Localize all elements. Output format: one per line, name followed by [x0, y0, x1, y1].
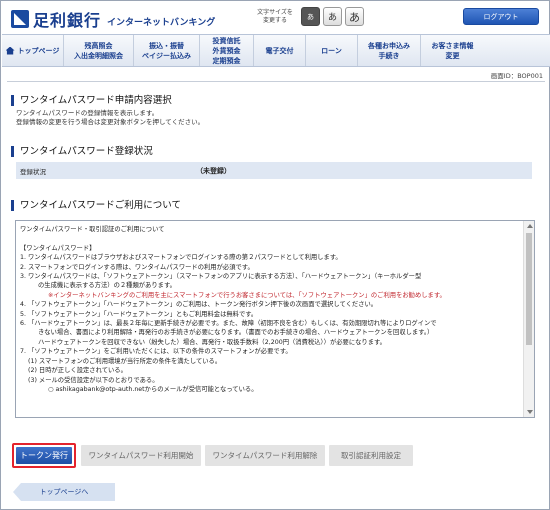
- terms-line: 4. 「ソフトウェアトークン」「ハードウェアトークン」のご利用は、トークン発行ボ…: [20, 301, 378, 309]
- terms-textbox[interactable]: ワンタイムパスワード・取引認証のご利用について 【ワンタイムパスワード】 1. ワ…: [15, 220, 535, 418]
- terms-section-title: ワンタイムパスワードご利用について: [11, 200, 181, 211]
- issue-token-button[interactable]: トークン発行: [12, 443, 76, 468]
- scroll-down-icon[interactable]: [527, 410, 533, 414]
- terms-line: ※インターネットバンキングのご利用を主にスマートフォンで行うお客さまについては、…: [48, 291, 446, 299]
- back-to-top-button[interactable]: トップページへ: [13, 483, 115, 501]
- terms-line: ○ ashikagabank@otp-auth.netからのメールが受信可能とな…: [48, 385, 258, 393]
- nav-item-label: トップページ: [17, 46, 60, 55]
- terms-line: ワンタイムパスワード・取引認証のご利用について: [20, 226, 165, 233]
- status-value: （未登録）: [196, 166, 231, 175]
- header: 足利銀行 インターネットバンキング 文字サイズを 変更する あ あ あ ログアウ…: [1, 1, 549, 33]
- terms-line: きない場合、書面により利用解除・再発行のお手続きが必要になります。（書面でのお手…: [38, 329, 434, 337]
- nav-item-customer-info[interactable]: お客さま情報 変更: [421, 35, 484, 66]
- nav-item-loan[interactable]: ローン: [306, 35, 358, 66]
- terms-line: 7. 「ソフトウェアトークン」をご利用いただくには、以下の条件のスマートフォンが…: [20, 348, 292, 356]
- global-nav: トップページ 残高照会 入出金明細照会 振込・振替 ペイジー払込み 投資信託 外…: [2, 34, 550, 67]
- status-label: 登録状況: [20, 167, 46, 176]
- scroll-thumb[interactable]: [526, 233, 532, 345]
- scroll-up-icon[interactable]: [527, 224, 533, 228]
- nav-item-e-delivery[interactable]: 電子交付: [254, 35, 306, 66]
- terms-line: 2. スマートフォンでログインする際は、ワンタイムパスワードの利用が必須です。: [20, 263, 254, 271]
- terms-line: 5. 「ソフトウェアトークン」「ハードウェアトークン」ともご利用料金は無料です。: [20, 310, 258, 318]
- terms-scrollbar[interactable]: [523, 221, 534, 417]
- registration-status-row: 登録状況 （未登録）: [16, 162, 532, 179]
- service-name: インターネットバンキング: [107, 18, 216, 28]
- nav-item-applications[interactable]: 各種お申込み 手続き: [358, 35, 421, 66]
- terms-line: (2) 日時が正しく設定されている。: [28, 367, 127, 375]
- page-title: ワンタイムパスワード申請内容選択: [11, 95, 172, 106]
- screen-id: 画面ID：BOP001: [490, 72, 543, 80]
- font-size-switcher: 文字サイズを 変更する あ あ あ: [253, 7, 367, 26]
- issue-token-label: トークン発行: [16, 447, 72, 464]
- logout-button[interactable]: ログアウト: [463, 8, 539, 25]
- tx-auth-setting-button: 取引認証利用設定: [329, 445, 413, 466]
- divider: [7, 81, 545, 82]
- terms-line: 3. ワンタイムパスワードは、「ソフトウェアトークン」（スマートフォンのアプリに…: [20, 273, 422, 281]
- terms-line: ハードウェアトークンを回収できない（紛失した）場合、再発行・取扱手数料（2,20…: [38, 338, 386, 346]
- home-icon: [5, 46, 15, 55]
- nav-item-balance[interactable]: 残高照会 入出金明細照会: [64, 35, 134, 66]
- terms-line: (3) メールの受信設定が以下のとおりである。: [28, 376, 159, 384]
- description-line: 登録情報の変更を行う場合は変更対象ボタンを押してください。: [16, 118, 205, 126]
- terms-line: [20, 234, 522, 243]
- terms-line: 6. 「ハードウェアトークン」は、最長２年毎に更新手続きが必要です。また、故障（…: [20, 320, 437, 328]
- page-description: ワンタイムパスワードの登録情報を表示します。 登録情報の変更を行う場合は変更対象…: [16, 109, 204, 127]
- description-line: ワンタイムパスワードの登録情報を表示します。: [16, 109, 159, 117]
- font-size-large-button[interactable]: あ: [345, 7, 364, 26]
- bank-name: 足利銀行: [33, 11, 102, 30]
- font-size-small-button[interactable]: あ: [301, 7, 320, 26]
- cancel-otp-button: ワンタイムパスワード利用解除: [205, 445, 325, 466]
- nav-item-top[interactable]: トップページ: [2, 35, 64, 66]
- nav-item-transfer[interactable]: 振込・振替 ペイジー払込み: [134, 35, 200, 66]
- terms-line: 1. ワンタイムパスワードはブラウザおよびスマートフォンでログインする際の第２パ…: [20, 254, 342, 262]
- action-buttons: トークン発行 ワンタイムパスワード利用開始 ワンタイムパスワード利用解除 取引認…: [12, 443, 417, 468]
- bank-logo[interactable]: 足利銀行 インターネットバンキング: [11, 7, 215, 31]
- status-section-title: ワンタイムパスワード登録状況: [11, 146, 153, 157]
- terms-line: (1) スマートフォンのご利用環境が当行所定の条件を満たしている。: [28, 357, 222, 365]
- page-frame: 足利銀行 インターネットバンキング 文字サイズを 変更する あ あ あ ログアウ…: [0, 0, 550, 510]
- start-otp-button: ワンタイムパスワード利用開始: [81, 445, 201, 466]
- logo-mark-icon: [11, 10, 29, 28]
- nav-item-investment[interactable]: 投資信託 外貨預金 定期預金: [200, 35, 254, 66]
- terms-text: ワンタイムパスワード・取引認証のご利用について 【ワンタイムパスワード】 1. ワ…: [20, 225, 522, 394]
- terms-line: 【ワンタイムパスワード】: [20, 244, 96, 252]
- terms-line: の生成機に表示する方法）の２種類があります。: [38, 282, 176, 290]
- font-size-medium-button[interactable]: あ: [323, 7, 342, 26]
- font-size-label: 文字サイズを 変更する: [257, 8, 293, 24]
